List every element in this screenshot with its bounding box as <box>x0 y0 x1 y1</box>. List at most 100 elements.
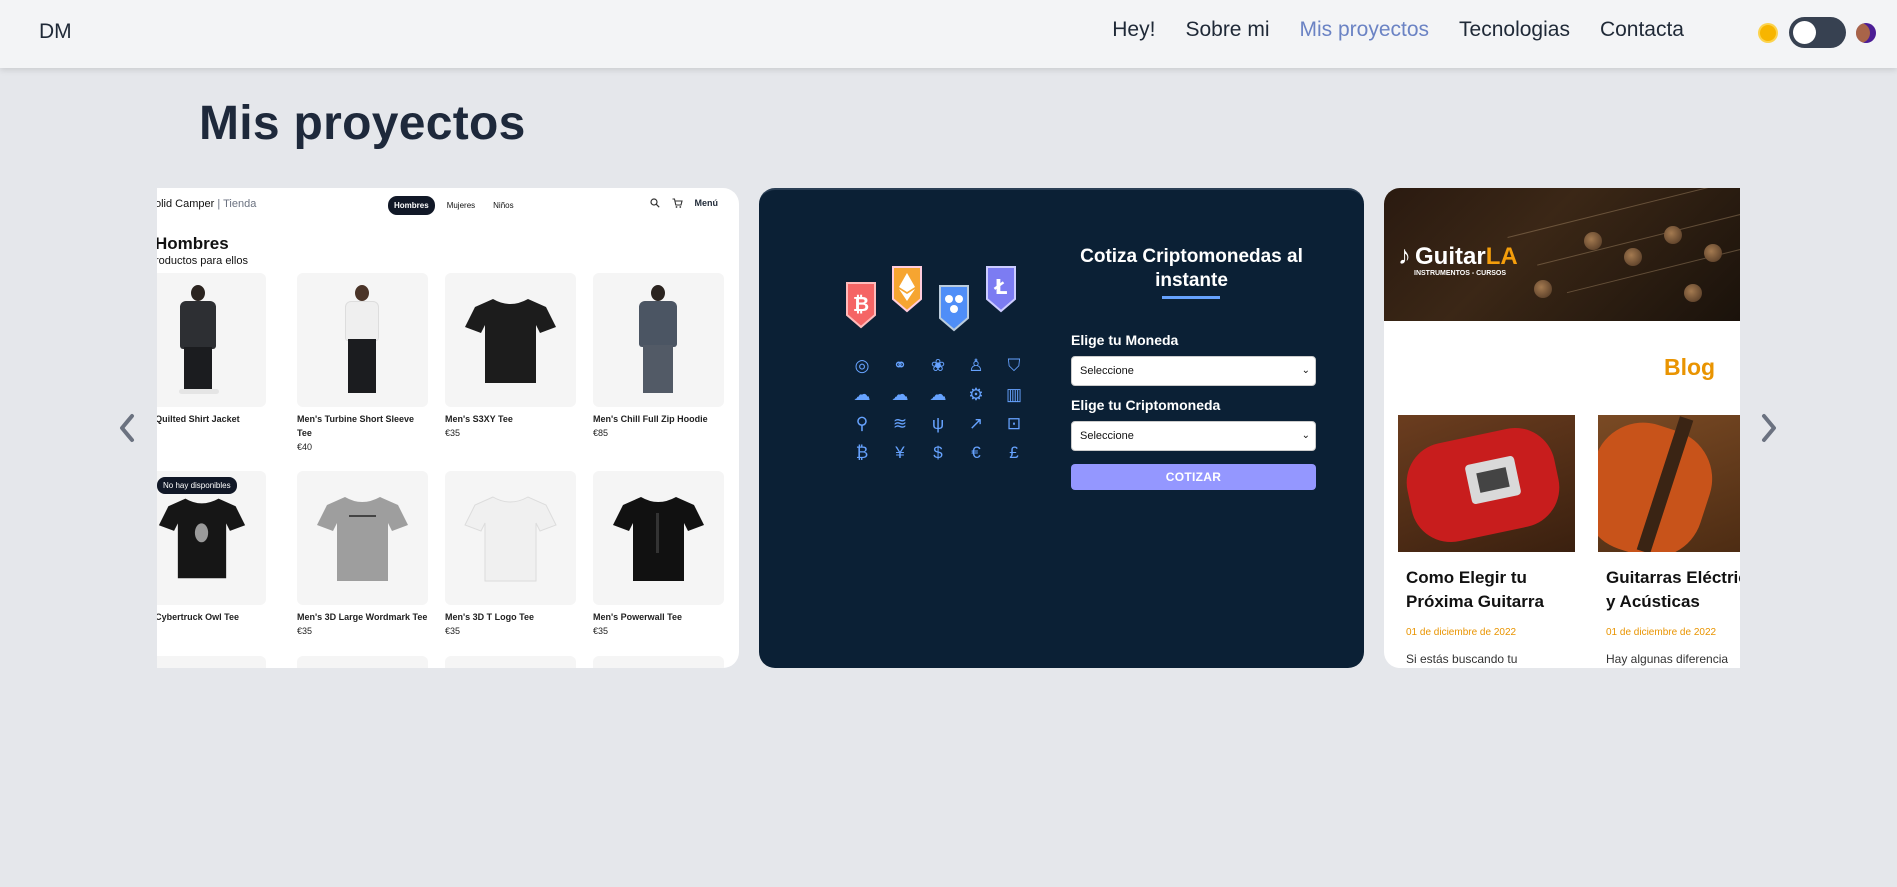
sun-icon <box>1757 22 1779 44</box>
page-title: Mis proyectos <box>199 97 526 150</box>
bar-chart-icon: ▥ <box>1005 385 1023 404</box>
product-image <box>157 273 266 407</box>
bitcoin-symbol-icon: ₿ <box>855 443 869 462</box>
location-pin-icon: ⚲ <box>855 414 869 433</box>
product-card: Men's Chill Full Zip Hoodie €85 <box>593 273 724 438</box>
carousel-prev-button[interactable] <box>114 412 140 444</box>
navbar: DM Hey! Sobre mi Mis proyectos Tecnologi… <box>0 0 1897 68</box>
product-placeholder <box>297 656 428 668</box>
product-card: Men's Turbine Short Sleeve Tee €40 <box>297 273 428 452</box>
shop-tabs: Hombres Mujeres Niños <box>388 196 520 215</box>
globe-icon: ◎ <box>854 356 870 375</box>
project-card-blog[interactable]: ♪ GuitarLA INSTRUMENTOS - CURSOS Blog Co… <box>1384 188 1740 668</box>
lock-icon: ⊡ <box>1006 414 1022 433</box>
ethereum-icon <box>892 266 922 313</box>
blog-post-title: Como Elegir tu Próxima Guitarra <box>1406 568 1544 611</box>
product-card: Men's 3D Large Wordmark Tee €35 <box>297 471 428 636</box>
product-image <box>297 273 428 407</box>
shield-icon: ⛉ <box>1007 356 1021 375</box>
toggle-knob <box>1793 21 1816 44</box>
nav-link-tecnologias[interactable]: Tecnologias <box>1459 18 1570 42</box>
blog-post-date: 01 de diciembre de 2022 <box>1406 627 1517 638</box>
currency-label: Elige tu Moneda <box>1071 332 1179 348</box>
product-price: €35 <box>445 428 461 438</box>
shop-tab-hombres: Hombres <box>388 196 435 215</box>
project-card-shop[interactable]: olid Camper | Tienda Hombres Mujeres Niñ… <box>157 188 739 668</box>
product-card: Men's S3XY Tee €35 <box>445 273 576 438</box>
dollar-icon: $ <box>933 443 943 462</box>
crypto-label: Elige tu Criptomoneda <box>1071 397 1221 413</box>
shop-logo: olid Camper | Tienda <box>157 198 256 210</box>
blog-post[interactable]: Como Elegir tu Próxima Guitarra 01 de dic… <box>1398 415 1575 666</box>
blog-post-title: Guitarras Eléctric y Acústicas <box>1606 568 1740 611</box>
shop-actions: Menú <box>649 198 719 208</box>
shop-tab-mujeres: Mujeres <box>446 201 476 210</box>
svg-text:Ł: Ł <box>994 275 1008 299</box>
nav-link-sobre-mi[interactable]: Sobre mi <box>1185 18 1269 42</box>
cloud-download-icon: ☁ <box>891 385 909 404</box>
shop-tab-ninos: Niños <box>493 201 514 210</box>
product-name: Men's 3D Large Wordmark Tee <box>297 612 428 622</box>
guitarla-tagline: INSTRUMENTOS - CURSOS <box>1414 270 1507 277</box>
shop-menu-label: Menú <box>694 198 719 208</box>
ripple-icon <box>939 285 969 332</box>
nav-link-mis-proyectos[interactable]: Mis proyectos <box>1299 18 1429 42</box>
shop-subheading: roductos para ellos <box>157 255 248 267</box>
plug-icon: ψ <box>931 414 945 433</box>
quote-button[interactable]: COTIZAR <box>1071 464 1316 490</box>
currency-select-value: Seleccione <box>1080 365 1134 377</box>
brand-logo[interactable]: DM <box>39 20 72 44</box>
product-name: en's Quilted Shirt Jacket <box>157 414 240 424</box>
product-card: Men's Powerwall Tee €35 <box>593 471 724 636</box>
blog-post-excerpt: Si estás buscando tu <box>1406 652 1518 666</box>
svg-text:₿: ₿ <box>853 292 869 316</box>
product-placeholder <box>157 656 266 668</box>
product-price: €35 <box>593 626 609 636</box>
product-price: 200 <box>157 428 266 438</box>
crypto-icon-grid: ◎ ⚭ ❀ ♙ ⛉ ☁ ☁ ☁ ⚙ ▥ ⚲ ≋ ψ ↗ ⊡ ₿ ¥ $ € £ <box>843 356 1023 462</box>
product-placeholder <box>593 656 724 668</box>
product-card: en's Cybertruck Owl Tee 35 <box>157 471 266 636</box>
blog-post-image <box>1398 415 1575 552</box>
unavailable-badge: No hay disponibles <box>157 477 237 494</box>
blog-hero-image: ♪ GuitarLA INSTRUMENTOS - CURSOS <box>1384 188 1740 321</box>
network-icon: ❀ <box>930 356 946 375</box>
project-card-crypto[interactable]: ₿ Ł ◎ ⚭ ❀ ♙ ⛉ ☁ ☁ ☁ ⚙ ▥ ⚲ ≋ ψ ↗ ⊡ ₿ ¥ $ … <box>759 188 1364 668</box>
money-bag-icon: ♙ <box>968 356 984 375</box>
crypto-select-value: Seleccione <box>1080 430 1134 442</box>
product-card: en's Quilted Shirt Jacket 200 <box>157 273 266 438</box>
currency-select[interactable]: Seleccione ⌄ <box>1071 356 1316 386</box>
carousel-next-button[interactable] <box>1756 412 1782 444</box>
search-icon <box>649 198 660 208</box>
product-price: €35 <box>445 626 461 636</box>
pound-icon: £ <box>1009 443 1019 462</box>
product-name: Men's Chill Full Zip Hoodie <box>593 414 708 424</box>
chevron-down-icon: ⌄ <box>1301 430 1310 441</box>
shop-logo-section: | Tienda <box>217 198 257 210</box>
guitarla-logo: ♪ GuitarLA INSTRUMENTOS - CURSOS <box>1398 242 1518 277</box>
wifi-icon: ≋ <box>892 414 908 433</box>
projects-carousel: olid Camper | Tienda Hombres Mujeres Niñ… <box>157 188 1740 668</box>
shop-logo-text: olid Camper <box>157 198 215 210</box>
product-image <box>445 471 576 605</box>
product-image <box>297 471 428 605</box>
guitarla-brand-accent: LA <box>1485 243 1518 270</box>
crypto-select[interactable]: Seleccione ⌄ <box>1071 421 1316 451</box>
product-name: Men's Powerwall Tee <box>593 612 683 622</box>
euro-icon: € <box>971 443 981 462</box>
blog-heading: Blog <box>1664 354 1716 380</box>
nav-link-hey[interactable]: Hey! <box>1112 18 1155 42</box>
blog-post-image <box>1598 415 1740 552</box>
cloud-upload-icon: ☁ <box>929 385 947 404</box>
product-name: Men's S3XY Tee <box>445 414 513 424</box>
blog-post-date: 01 de diciembre de 2022 <box>1606 627 1717 638</box>
crypto-title-underline <box>1162 296 1220 299</box>
cart-icon <box>672 198 683 208</box>
theme-switcher <box>1757 17 1876 48</box>
nav-link-contacta[interactable]: Contacta <box>1600 18 1684 42</box>
product-placeholder <box>445 656 576 668</box>
theme-toggle[interactable] <box>1789 17 1846 48</box>
blog-post[interactable]: Guitarras Eléctric y Acústicas 01 de dici… <box>1598 415 1740 666</box>
product-name: Men's Turbine Short Sleeve Tee <box>297 414 414 438</box>
guitarla-brand: Guitar <box>1415 243 1486 270</box>
